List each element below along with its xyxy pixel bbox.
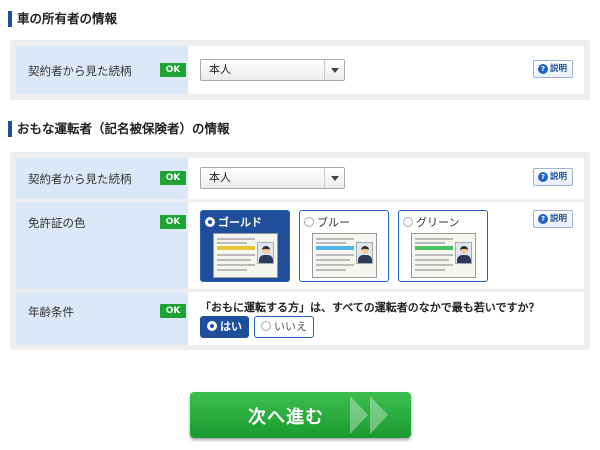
driver-relation-help-button[interactable]: ? 説明 (533, 168, 573, 186)
license-color-ok-badge: OK (160, 215, 186, 229)
license-color-help-label: 説明 (550, 214, 568, 224)
age-no-button[interactable]: いいえ (254, 316, 314, 338)
next-button-label: 次へ進む (248, 407, 324, 428)
license-option-green[interactable]: グリーン (398, 210, 488, 282)
driver-relation-row: 契約者から見た続柄 OK 本人 ? 説明 (16, 158, 584, 199)
license-band-green (415, 246, 453, 250)
driver-relation-select[interactable]: 本人 (200, 167, 345, 189)
license-option-blue-header: ブルー (304, 214, 350, 230)
radio-unchecked-icon (304, 217, 314, 227)
question-icon: ? (538, 172, 548, 182)
chevron-right-icon (350, 396, 368, 434)
driver-relation-value-cell: 本人 ? 説明 (188, 158, 584, 199)
owner-relation-select-value: 本人 (209, 63, 231, 76)
driver-relation-help-label: 説明 (550, 172, 568, 182)
owner-relation-label-cell: 契約者から見た続柄 OK (16, 46, 188, 94)
next-button[interactable]: 次へ進む (190, 392, 411, 438)
person-photo-icon (257, 242, 274, 264)
license-option-gold-header: ゴールド (205, 214, 262, 230)
license-band-gold (217, 246, 255, 250)
license-card-icon (411, 233, 476, 278)
age-condition-label: 年齢条件 (28, 305, 74, 319)
radio-unchecked-icon (261, 321, 271, 331)
person-photo-icon (455, 242, 472, 264)
license-option-gold-label: ゴールド (218, 216, 262, 229)
driver-panel: 契約者から見た続柄 OK 本人 ? 説明 免許証の色 OK ゴールド ブルー グ… (10, 152, 590, 350)
owner-relation-ok-badge: OK (160, 63, 186, 77)
license-color-help-button[interactable]: ? 説明 (533, 210, 573, 228)
owner-panel: 契約者から見た続柄 OK 本人 ? 説明 (10, 40, 590, 100)
age-condition-value-cell: 「おもに運転する方」は、すべての運転者のなかで最も若いですか？ はい いいえ (188, 292, 584, 345)
age-condition-label-cell: 年齢条件 OK (16, 292, 188, 345)
license-option-green-header: グリーン (403, 214, 459, 230)
license-option-green-label: グリーン (416, 216, 460, 229)
radio-checked-icon (207, 321, 217, 331)
chevron-down-icon (324, 168, 344, 188)
owner-relation-row: 契約者から見た続柄 OK 本人 ? 説明 (16, 46, 584, 94)
license-option-blue-label: ブルー (317, 216, 350, 229)
driver-section-title: おもな運転者（記名被保険者）の情報 (8, 120, 230, 138)
age-condition-row: 年齢条件 OK 「おもに運転する方」は、すべての運転者のなかで最も若いですか？ … (16, 292, 584, 345)
license-option-gold[interactable]: ゴールド (200, 210, 290, 282)
chevron-right-icon (370, 396, 388, 434)
license-color-label: 免許証の色 (28, 216, 86, 230)
license-color-value-cell: ゴールド ブルー グリーン ? 説明 (188, 202, 584, 289)
driver-relation-label: 契約者から見た続柄 (28, 172, 132, 186)
owner-relation-help-label: 説明 (550, 64, 568, 74)
license-card-icon (312, 233, 377, 278)
age-no-label: いいえ (274, 320, 307, 333)
driver-relation-label-cell: 契約者から見た続柄 OK (16, 158, 188, 199)
age-question-text: 「おもに運転する方」は、すべての運転者のなかで最も若いですか？ (200, 301, 540, 314)
license-band-blue (316, 246, 354, 250)
owner-relation-help-button[interactable]: ? 説明 (533, 60, 573, 78)
person-photo-icon (356, 242, 373, 264)
radio-checked-icon (205, 217, 215, 227)
driver-relation-ok-badge: OK (160, 171, 186, 185)
owner-relation-select[interactable]: 本人 (200, 59, 345, 81)
license-option-blue[interactable]: ブルー (299, 210, 389, 282)
radio-unchecked-icon (403, 217, 413, 227)
owner-relation-value-cell: 本人 ? 説明 (188, 46, 584, 94)
owner-relation-label: 契約者から見た続柄 (28, 64, 132, 78)
age-yes-label: はい (220, 320, 242, 333)
chevron-down-icon (324, 60, 344, 80)
question-icon: ? (538, 64, 548, 74)
question-icon: ? (538, 214, 548, 224)
owner-section-title: 車の所有者の情報 (8, 10, 117, 28)
license-color-label-cell: 免許証の色 OK (16, 202, 188, 289)
license-color-row: 免許証の色 OK ゴールド ブルー グリーン ? 説明 (16, 202, 584, 289)
license-card-icon (213, 233, 278, 278)
driver-relation-select-value: 本人 (209, 171, 231, 184)
age-yes-button[interactable]: はい (200, 316, 249, 338)
age-condition-ok-badge: OK (160, 304, 186, 318)
